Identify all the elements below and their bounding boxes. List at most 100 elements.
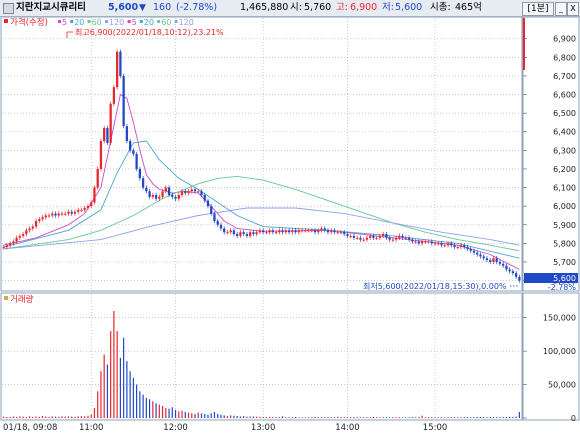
volume-bar xyxy=(181,410,183,418)
volume-bar xyxy=(71,416,73,418)
candle xyxy=(213,213,216,222)
volume-bar xyxy=(61,416,63,418)
volume-bar xyxy=(200,413,203,418)
candle xyxy=(326,230,330,233)
volume-tick-label: 50,000 xyxy=(548,381,576,390)
legend-swatch xyxy=(87,20,91,23)
volume-bar xyxy=(28,416,31,418)
volume-bar xyxy=(233,415,235,418)
volume-bar xyxy=(32,416,34,418)
candle xyxy=(492,258,495,262)
candle xyxy=(57,213,60,216)
volume-bar xyxy=(12,416,14,418)
volume-bar xyxy=(395,417,397,418)
candle xyxy=(99,141,103,169)
volume-bar xyxy=(353,417,355,418)
candle xyxy=(518,276,521,281)
volume-bar xyxy=(22,416,24,418)
legend-swatch xyxy=(174,20,178,23)
candle xyxy=(106,128,109,143)
volume-bar xyxy=(486,417,488,418)
candle xyxy=(372,235,375,238)
candle xyxy=(18,235,21,238)
price-tick-label: 6,500 xyxy=(553,109,576,118)
candle xyxy=(242,232,245,235)
legend-swatch xyxy=(70,20,74,23)
volume-bar xyxy=(421,415,423,418)
volume-bar xyxy=(272,417,274,418)
candle xyxy=(317,230,320,233)
close-button[interactable]: X xyxy=(567,2,579,16)
volume-bar xyxy=(213,411,216,418)
volume-bar xyxy=(84,416,86,418)
candle xyxy=(281,230,284,233)
volume-bar xyxy=(356,417,358,418)
price-tick-label: 5,900 xyxy=(553,221,576,230)
candle xyxy=(505,265,508,270)
minimize-button[interactable]: _ xyxy=(555,2,567,16)
price-tick-label: 6,800 xyxy=(553,53,576,62)
volume-bar xyxy=(304,417,306,418)
volume-bar xyxy=(473,417,475,418)
candle xyxy=(200,191,203,195)
candle xyxy=(70,211,73,214)
volume-bar xyxy=(3,416,5,418)
candle xyxy=(73,211,77,214)
volume-bar xyxy=(187,412,190,418)
candle xyxy=(411,239,414,242)
candle xyxy=(414,241,417,243)
volume-bar xyxy=(440,417,443,418)
low-price: 5,600 xyxy=(395,2,423,13)
volume-bar xyxy=(496,417,498,418)
candle xyxy=(440,243,443,246)
legend-swatch xyxy=(139,20,143,23)
candle xyxy=(226,232,229,234)
volume-bar xyxy=(515,416,517,418)
legend-label: 120 xyxy=(179,18,194,27)
current-price-badge-text: 5,600 xyxy=(553,274,576,283)
candle xyxy=(446,243,450,246)
volume-bar xyxy=(333,417,336,418)
period-button[interactable]: [1분] xyxy=(522,2,554,16)
price-tick-label: 6,400 xyxy=(553,128,576,137)
candle xyxy=(339,232,343,234)
volume-bar xyxy=(483,417,485,418)
volume-bar xyxy=(294,417,297,418)
chart-menu-icon[interactable] xyxy=(3,3,14,14)
candle xyxy=(80,209,83,211)
price-panel xyxy=(0,16,523,292)
candle xyxy=(268,230,271,233)
candle xyxy=(502,263,505,266)
candle xyxy=(21,234,25,236)
candle xyxy=(258,230,262,233)
candle xyxy=(388,237,391,240)
candle xyxy=(151,194,154,197)
candle xyxy=(459,245,463,248)
volume-bar xyxy=(265,417,267,418)
volume-bar xyxy=(298,417,300,418)
volume-bar xyxy=(77,416,79,418)
volume-bar xyxy=(113,311,115,418)
candle xyxy=(310,230,313,232)
low-label: 저: xyxy=(382,2,394,13)
volume-bar xyxy=(204,413,206,418)
candle xyxy=(489,260,492,262)
stock-name[interactable]: 지란지교시큐리티 xyxy=(16,2,86,14)
candle xyxy=(401,235,404,238)
price-panel-title: 가격(수정) xyxy=(10,17,48,28)
candle xyxy=(508,269,511,272)
price-tick-label: 6,100 xyxy=(553,184,576,193)
volume-bar xyxy=(343,417,345,418)
candle xyxy=(476,252,479,255)
candle xyxy=(450,243,453,246)
candle xyxy=(420,241,424,244)
volume-bar xyxy=(246,416,248,418)
volume-bar xyxy=(509,416,511,418)
price-legend-swatch xyxy=(4,19,8,23)
volume-bar xyxy=(307,417,310,418)
volume-bar xyxy=(217,413,219,418)
legend-label: 5 xyxy=(62,18,67,27)
candle xyxy=(171,194,174,197)
time-tick-label: 12:00 xyxy=(163,423,188,433)
candle xyxy=(271,230,274,233)
